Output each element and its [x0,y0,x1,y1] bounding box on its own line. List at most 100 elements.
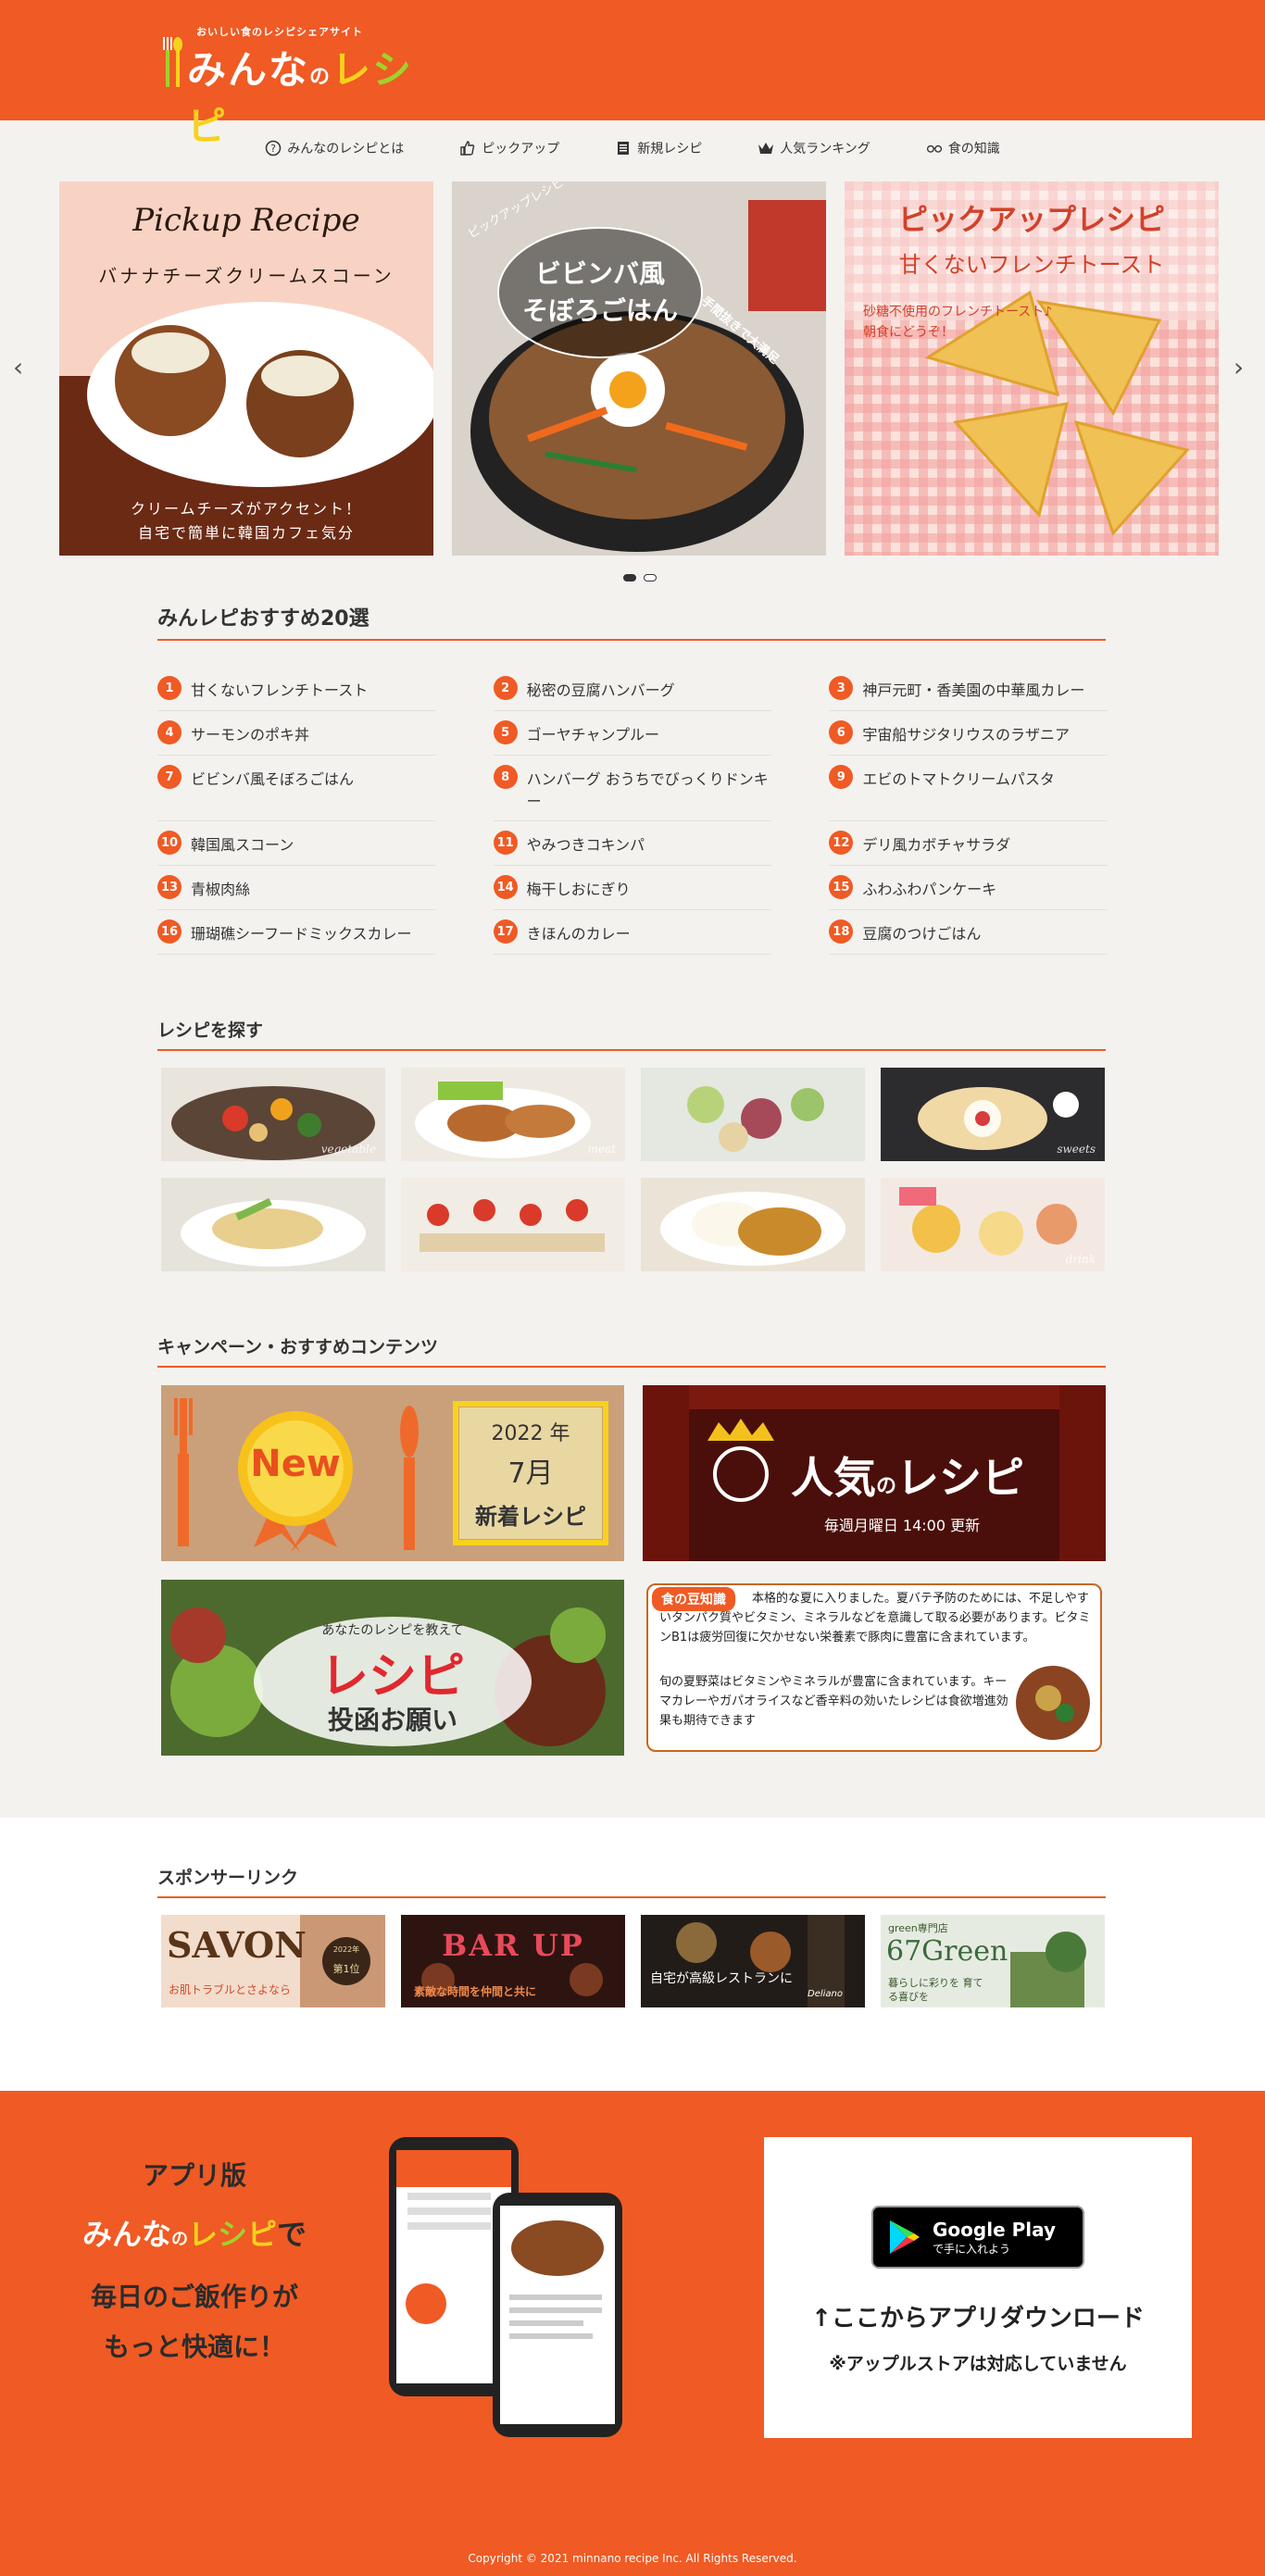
search-title: レシピを探す [157,1017,1106,1051]
list-item[interactable]: 15 ふわふわパンケーキ [829,866,1108,910]
list-item[interactable]: 17 きほんのカレー [493,910,772,955]
rank-label: ふわふわパンケーキ [862,881,997,898]
sponsor-67green[interactable]: green専門店 67Green 暮らしに彩りを 育てる喜びを [881,1915,1105,2007]
category-drink[interactable]: drink [881,1178,1105,1271]
list-item[interactable]: 12 デリ風カボチャサラダ [829,821,1108,866]
fruit-photo [641,1068,865,1161]
list-item[interactable]: 16 珊瑚礁シーフードミックスカレー [157,910,436,955]
nav-knowledge[interactable]: 食の知識 [926,139,1000,157]
nav-pickup[interactable]: ピックアップ [459,139,559,157]
category-label: sweets [1057,1143,1096,1156]
category-noodle[interactable] [161,1178,385,1271]
list-item[interactable]: 9 エビのトマトクリームパスタ [829,756,1108,821]
nav-ranking[interactable]: 人気ランキング [758,139,870,157]
list-item[interactable]: 2 秘密の豆腐ハンバーグ [493,667,772,711]
carousel-next-icon[interactable]: › [1234,352,1252,382]
download-text: ↑ここからアプリダウンロード [811,2305,1145,2332]
google-play-icon [890,2220,920,2254]
carousel-dot-1[interactable] [623,574,636,581]
rank-badge: 4 [157,720,182,744]
app-logo-row: みんなのレシピで [81,2217,307,2252]
list-item[interactable]: 6 宇宙船サジタリウスのラザニア [829,711,1108,756]
sponsor-deliano-sub: Deliano [808,1989,843,1999]
banner-month: 7月 [507,1457,554,1490]
rank-label: 青椒肉絲 [191,881,251,898]
sponsor-savon-year: 2022年 [332,1945,360,1954]
sponsor-67green-sub: 暮らしに彩りを 育てる喜びを [888,1977,983,2003]
noodle-photo [161,1178,385,1271]
slide1-title: Pickup Recipe [132,202,360,239]
phone-illustration [389,2137,622,2437]
category-meat[interactable]: meat [401,1068,625,1161]
sponsor-savon-sub: お肌トラブルとさよなら [169,1983,292,1996]
category-label: meat [587,1143,616,1156]
food-knowledge-card[interactable]: 食の豆知識 本格的な夏に入りました。夏バテ予防のためには、不足しやすいタンパク質… [643,1580,1106,1756]
app-promo-text: アプリ版 みんなのレシピで 毎日のご飯作りが もっと快適に！ [65,2156,324,2372]
rank-badge: 14 [493,875,518,899]
list-item[interactable]: 18 豆腐のつけごはん [829,910,1108,955]
carousel-slide-french-toast[interactable]: ピックアップレシピ 甘くないフレンチトースト 砂糖不使用のフレンチトースト♪ 朝… [845,181,1219,556]
carousel-dot-2[interactable] [644,574,657,581]
rank-label: 甘くないフレンチトースト [191,682,369,699]
submit-big: レシピ [319,1649,465,1705]
sponsor-savon-rank: 第1位 [332,1963,360,1975]
list-item[interactable]: 7 ビビンバ風そぼろごはん [157,756,436,821]
app-line1: 毎日のご飯作りが [90,2282,298,2312]
download-box: Google Play で手に入れよう ↑ここからアプリダウンロード ※アップル… [764,2137,1192,2438]
crown-icon [758,143,774,154]
list-item[interactable]: 14 梅干しおにぎり [493,866,772,910]
carousel-slide-bibimbap[interactable]: ピックアップレシピ ビビンバ風 そぼろごはん 手間抜きで大満足 [452,181,826,556]
logo-tagline: おいしい食のレシピシェアサイト [196,26,363,38]
app-footer: アプリ版 みんなのレシピで 毎日のご飯作りが もっと快適に！ Google Pl… [0,2091,1265,2576]
list-item[interactable]: 4 サーモンのポキ丼 [157,711,436,756]
list-item[interactable]: 10 韓国風スコーン [157,821,436,866]
copyright: Copyright © 2021 minnano recipe Inc. All… [468,2552,797,2565]
rank-badge: 1 [157,676,182,700]
list-item[interactable]: 1 甘くないフレンチトースト [157,667,436,711]
category-appetizer[interactable] [401,1178,625,1271]
knowledge-text2: 旬の夏野菜はビタミンやミネラルが豊富に含まれています。キーマカレーやガパオライス… [659,1675,1008,1728]
slide3-title: ピックアップレシピ [897,202,1165,237]
slide1-caption2: 自宅で簡単に韓国カフェ気分 [137,524,355,542]
nav-ranking-label: 人気ランキング [780,142,870,156]
rank-label: 珊瑚礁シーフードミックスカレー [191,925,412,943]
question-circle-icon: ? [265,140,282,156]
banner-submit-recipe[interactable]: あなたのレシピを教えて レシピ 投函お願い [161,1580,624,1756]
list-item[interactable]: 5 ゴーヤチャンプルー [493,711,772,756]
slide2-title2: そぼろごはん [521,295,678,326]
slide2-title1: ビビンバ風 [534,258,665,289]
rank-label: 梅干しおにぎり [526,881,631,898]
category-sweets[interactable]: sweets [881,1068,1105,1161]
site-logo[interactable]: おいしい食のレシピシェアサイト みんなのレシピ [159,20,428,149]
sponsor-savon-name: SAVON [167,1924,307,1966]
sponsor-barup-sub: 素敵な時間を仲間と共に [414,1985,537,1998]
list-item[interactable]: 13 青椒肉絲 [157,866,436,910]
site-header: おいしい食のレシピシェアサイト みんなのレシピ [0,0,1265,149]
slide3-caption1: 砂糖不使用のフレンチトースト♪ [863,305,1053,319]
category-label: vegetable [320,1143,376,1156]
sponsor-deliano[interactable]: 自宅が高級レストランに Deliano [641,1915,865,2007]
category-vegetable[interactable]: vegetable [161,1068,385,1161]
nav-new[interactable]: 新規レシピ [615,139,702,157]
google-play-button[interactable]: Google Play で手に入れよう [871,2206,1084,2269]
bibimbap-illustration [452,181,826,556]
nav-about[interactable]: ? みんなのレシピとは [265,139,404,157]
glasses-icon [926,144,942,153]
rank-badge: 18 [829,919,854,944]
campaign-title: キャンペーン・おすすめコンテンツ [157,1333,1106,1368]
category-fruit[interactable] [641,1068,865,1161]
list-item[interactable]: 3 神戸元町・香美園の中華風カレー [829,667,1108,711]
banner-popular-recipes[interactable]: 人気のレシピ 毎週月曜日 14:00 更新 [643,1385,1106,1561]
carousel-prev-icon[interactable]: ‹ [13,352,31,382]
sponsor-savon[interactable]: SAVON お肌トラブルとさよなら 2022年 第1位 [161,1915,385,2007]
carousel-slide-scone[interactable]: Pickup Recipe バナナチーズクリームスコーン クリームチーズがアクセ… [59,181,433,556]
rank-label: デリ風カボチャサラダ [862,836,1011,854]
list-item[interactable]: 11 やみつきコキンパ [493,821,772,866]
submit-small: あなたのレシピを教えて [321,1623,464,1638]
recommend-list: 1 甘くないフレンチトースト 2 秘密の豆腐ハンバーグ 3 神戸元町・香美園の中華風カ… [157,667,1108,955]
sponsor-barup[interactable]: BAR UP 素敵な時間を仲間と共に [401,1915,625,2007]
category-curry[interactable] [641,1178,865,1271]
popular-title: 人気のレシピ [791,1453,1025,1503]
banner-new-recipes[interactable]: New 2022 年 7月 新着レシピ [161,1385,624,1561]
list-item[interactable]: 8 ハンバーグ おうちでびっくりドンキー [493,756,772,821]
